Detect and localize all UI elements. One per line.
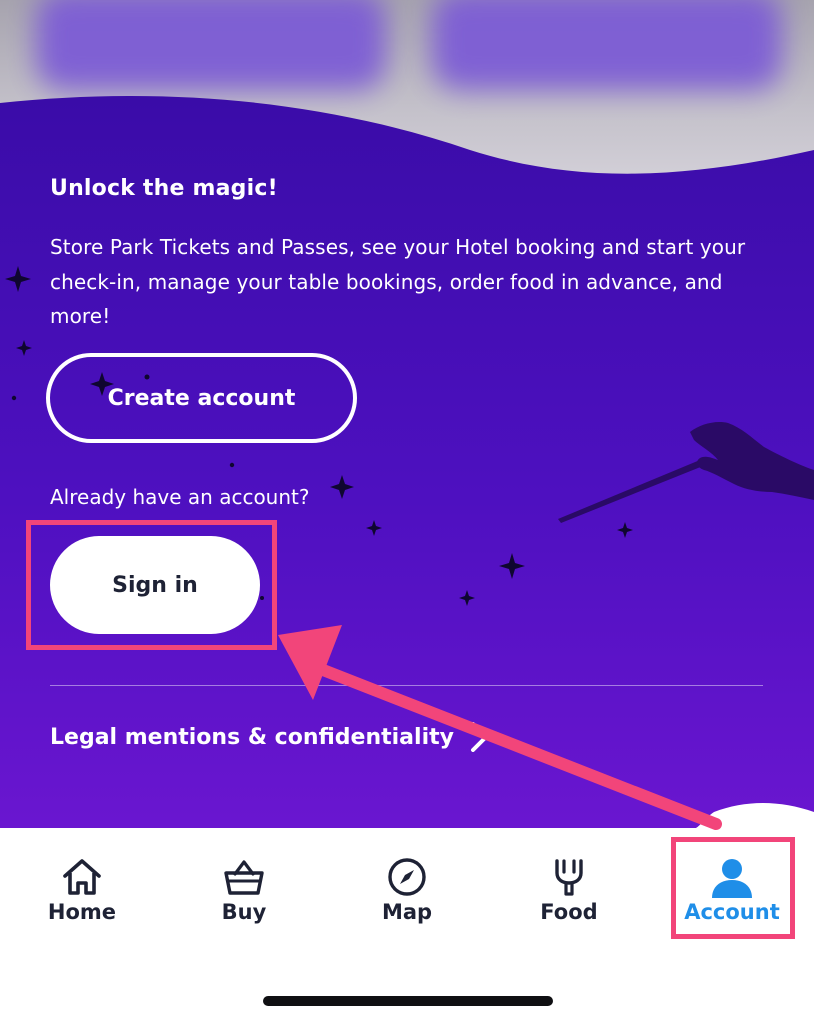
chevron-right-icon — [470, 722, 488, 752]
create-account-button[interactable]: Create account — [46, 353, 357, 443]
tab-map-label: Map — [381, 900, 433, 924]
home-indicator — [263, 996, 553, 1006]
legal-mentions-label: Legal mentions & confidentiality — [50, 724, 454, 750]
tab-home-label: Home — [47, 900, 117, 924]
basket-icon — [224, 860, 264, 895]
tab-home[interactable]: Home — [12, 826, 152, 944]
unlock-headline: Unlock the magic! — [50, 176, 278, 201]
compass-icon — [388, 858, 426, 896]
fork-icon — [555, 859, 583, 896]
already-have-account-label: Already have an account? — [50, 485, 310, 509]
tab-map[interactable]: Map — [337, 826, 477, 944]
home-icon — [63, 859, 101, 895]
tab-buy[interactable]: Buy — [174, 826, 314, 944]
tab-food[interactable]: Food — [499, 826, 639, 944]
sign-in-highlight-box — [26, 520, 277, 650]
account-highlight-box — [671, 837, 795, 939]
tab-buy-label: Buy — [221, 900, 267, 924]
divider — [50, 685, 763, 686]
promo-description: Store Park Tickets and Passes, see your … — [50, 235, 746, 328]
tab-food-label: Food — [540, 900, 598, 924]
legal-mentions-link[interactable]: Legal mentions & confidentiality — [50, 722, 492, 752]
